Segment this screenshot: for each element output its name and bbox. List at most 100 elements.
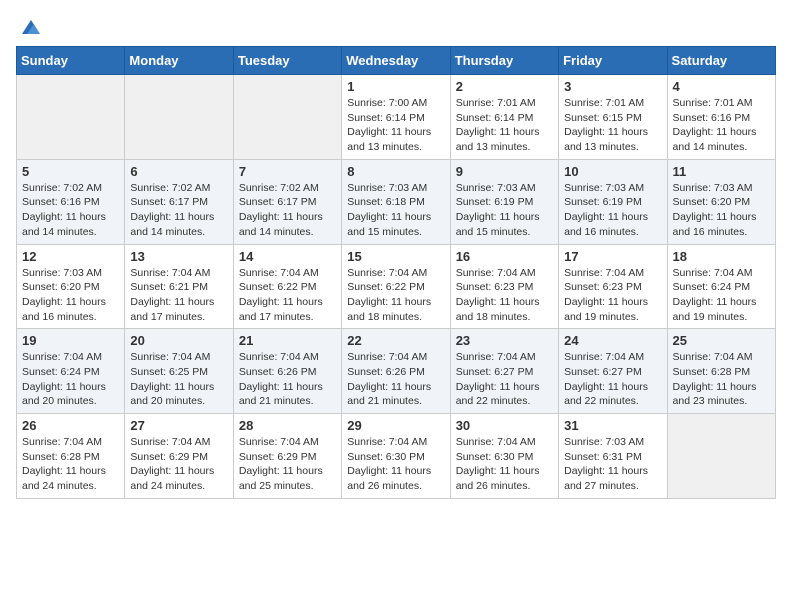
day-number: 13	[130, 249, 227, 264]
calendar-cell: 1 Sunrise: 7:00 AMSunset: 6:14 PMDaylight…	[342, 75, 450, 160]
calendar-cell: 16 Sunrise: 7:04 AMSunset: 6:23 PMDayligh…	[450, 244, 558, 329]
day-info: Sunrise: 7:03 AMSunset: 6:18 PMDaylight:…	[347, 181, 444, 240]
day-info: Sunrise: 7:04 AMSunset: 6:27 PMDaylight:…	[456, 350, 553, 409]
calendar-cell: 8Sunrise: 7:03 AMSunset: 6:18 PMDaylight…	[342, 159, 450, 244]
calendar-cell: 25 Sunrise: 7:04 AMSunset: 6:28 PMDayligh…	[667, 329, 775, 414]
col-header-saturday: Saturday	[667, 47, 775, 75]
calendar-cell: 12 Sunrise: 7:03 AMSunset: 6:20 PMDayligh…	[17, 244, 125, 329]
page-header	[16, 16, 776, 38]
day-number: 29	[347, 418, 444, 433]
day-number: 21	[239, 333, 336, 348]
day-number: 24	[564, 333, 661, 348]
calendar-cell: 10 Sunrise: 7:03 AMSunset: 6:19 PMDayligh…	[559, 159, 667, 244]
calendar-cell	[667, 414, 775, 499]
day-number: 1	[347, 79, 444, 94]
day-number: 15	[347, 249, 444, 264]
calendar-table: SundayMondayTuesdayWednesdayThursdayFrid…	[16, 46, 776, 499]
day-info: Sunrise: 7:04 AMSunset: 6:28 PMDaylight:…	[22, 435, 119, 494]
calendar-cell: 27 Sunrise: 7:04 AMSunset: 6:29 PMDayligh…	[125, 414, 233, 499]
day-number: 5	[22, 164, 119, 179]
day-info: Sunrise: 7:04 AMSunset: 6:30 PMDaylight:…	[347, 435, 444, 494]
day-number: 30	[456, 418, 553, 433]
day-number: 16	[456, 249, 553, 264]
day-number: 3	[564, 79, 661, 94]
day-info: Sunrise: 7:04 AMSunset: 6:26 PMDaylight:…	[347, 350, 444, 409]
day-number: 22	[347, 333, 444, 348]
day-info: Sunrise: 7:02 AMSunset: 6:17 PMDaylight:…	[239, 181, 336, 240]
calendar-cell	[17, 75, 125, 160]
calendar-cell: 23 Sunrise: 7:04 AMSunset: 6:27 PMDayligh…	[450, 329, 558, 414]
calendar-cell: 4Sunrise: 7:01 AMSunset: 6:16 PMDaylight…	[667, 75, 775, 160]
day-info: Sunrise: 7:03 AMSunset: 6:20 PMDaylight:…	[673, 181, 770, 240]
calendar-cell: 30 Sunrise: 7:04 AMSunset: 6:30 PMDayligh…	[450, 414, 558, 499]
day-number: 7	[239, 164, 336, 179]
calendar-week-row: 5 Sunrise: 7:02 AMSunset: 6:16 PMDaylight…	[17, 159, 776, 244]
calendar-cell: 2 Sunrise: 7:01 AMSunset: 6:14 PMDaylight…	[450, 75, 558, 160]
col-header-friday: Friday	[559, 47, 667, 75]
day-info: Sunrise: 7:04 AMSunset: 6:24 PMDaylight:…	[673, 266, 770, 325]
day-number: 10	[564, 164, 661, 179]
calendar-week-row: 1 Sunrise: 7:00 AMSunset: 6:14 PMDaylight…	[17, 75, 776, 160]
day-info: Sunrise: 7:04 AMSunset: 6:23 PMDaylight:…	[564, 266, 661, 325]
day-info: Sunrise: 7:00 AMSunset: 6:14 PMDaylight:…	[347, 96, 444, 155]
calendar-cell: 9 Sunrise: 7:03 AMSunset: 6:19 PMDaylight…	[450, 159, 558, 244]
calendar-week-row: 19Sunrise: 7:04 AMSunset: 6:24 PMDayligh…	[17, 329, 776, 414]
day-number: 17	[564, 249, 661, 264]
calendar-week-row: 12 Sunrise: 7:03 AMSunset: 6:20 PMDayligh…	[17, 244, 776, 329]
calendar-cell: 15Sunrise: 7:04 AMSunset: 6:22 PMDayligh…	[342, 244, 450, 329]
day-info: Sunrise: 7:04 AMSunset: 6:28 PMDaylight:…	[673, 350, 770, 409]
day-info: Sunrise: 7:03 AMSunset: 6:19 PMDaylight:…	[456, 181, 553, 240]
calendar-cell: 21 Sunrise: 7:04 AMSunset: 6:26 PMDayligh…	[233, 329, 341, 414]
day-info: Sunrise: 7:01 AMSunset: 6:15 PMDaylight:…	[564, 96, 661, 155]
day-number: 14	[239, 249, 336, 264]
day-number: 23	[456, 333, 553, 348]
day-info: Sunrise: 7:04 AMSunset: 6:30 PMDaylight:…	[456, 435, 553, 494]
col-header-tuesday: Tuesday	[233, 47, 341, 75]
calendar-cell: 18Sunrise: 7:04 AMSunset: 6:24 PMDayligh…	[667, 244, 775, 329]
day-number: 27	[130, 418, 227, 433]
calendar-cell: 7 Sunrise: 7:02 AMSunset: 6:17 PMDaylight…	[233, 159, 341, 244]
day-number: 25	[673, 333, 770, 348]
calendar-cell: 6 Sunrise: 7:02 AMSunset: 6:17 PMDaylight…	[125, 159, 233, 244]
calendar-cell: 24 Sunrise: 7:04 AMSunset: 6:27 PMDayligh…	[559, 329, 667, 414]
col-header-sunday: Sunday	[17, 47, 125, 75]
day-info: Sunrise: 7:04 AMSunset: 6:29 PMDaylight:…	[130, 435, 227, 494]
day-info: Sunrise: 7:04 AMSunset: 6:21 PMDaylight:…	[130, 266, 227, 325]
day-number: 11	[673, 164, 770, 179]
day-info: Sunrise: 7:04 AMSunset: 6:23 PMDaylight:…	[456, 266, 553, 325]
calendar-cell: 31 Sunrise: 7:03 AMSunset: 6:31 PMDayligh…	[559, 414, 667, 499]
logo-icon	[20, 16, 42, 38]
day-info: Sunrise: 7:01 AMSunset: 6:14 PMDaylight:…	[456, 96, 553, 155]
day-number: 9	[456, 164, 553, 179]
day-info: Sunrise: 7:04 AMSunset: 6:22 PMDaylight:…	[239, 266, 336, 325]
col-header-monday: Monday	[125, 47, 233, 75]
col-header-thursday: Thursday	[450, 47, 558, 75]
day-number: 4	[673, 79, 770, 94]
day-info: Sunrise: 7:03 AMSunset: 6:20 PMDaylight:…	[22, 266, 119, 325]
day-info: Sunrise: 7:03 AMSunset: 6:19 PMDaylight:…	[564, 181, 661, 240]
day-number: 28	[239, 418, 336, 433]
day-info: Sunrise: 7:02 AMSunset: 6:16 PMDaylight:…	[22, 181, 119, 240]
col-header-wednesday: Wednesday	[342, 47, 450, 75]
calendar-cell: 29 Sunrise: 7:04 AMSunset: 6:30 PMDayligh…	[342, 414, 450, 499]
calendar-cell: 11 Sunrise: 7:03 AMSunset: 6:20 PMDayligh…	[667, 159, 775, 244]
calendar-cell: 17 Sunrise: 7:04 AMSunset: 6:23 PMDayligh…	[559, 244, 667, 329]
day-number: 6	[130, 164, 227, 179]
calendar-cell: 13 Sunrise: 7:04 AMSunset: 6:21 PMDayligh…	[125, 244, 233, 329]
calendar-cell: 19Sunrise: 7:04 AMSunset: 6:24 PMDayligh…	[17, 329, 125, 414]
calendar-cell: 28 Sunrise: 7:04 AMSunset: 6:29 PMDayligh…	[233, 414, 341, 499]
logo	[16, 16, 44, 38]
day-info: Sunrise: 7:04 AMSunset: 6:26 PMDaylight:…	[239, 350, 336, 409]
calendar-cell: 22 Sunrise: 7:04 AMSunset: 6:26 PMDayligh…	[342, 329, 450, 414]
day-number: 12	[22, 249, 119, 264]
calendar-cell: 3 Sunrise: 7:01 AMSunset: 6:15 PMDaylight…	[559, 75, 667, 160]
day-number: 2	[456, 79, 553, 94]
day-info: Sunrise: 7:02 AMSunset: 6:17 PMDaylight:…	[130, 181, 227, 240]
day-info: Sunrise: 7:03 AMSunset: 6:31 PMDaylight:…	[564, 435, 661, 494]
day-info: Sunrise: 7:04 AMSunset: 6:29 PMDaylight:…	[239, 435, 336, 494]
day-info: Sunrise: 7:04 AMSunset: 6:25 PMDaylight:…	[130, 350, 227, 409]
day-number: 26	[22, 418, 119, 433]
calendar-week-row: 26 Sunrise: 7:04 AMSunset: 6:28 PMDayligh…	[17, 414, 776, 499]
day-number: 31	[564, 418, 661, 433]
day-info: Sunrise: 7:04 AMSunset: 6:27 PMDaylight:…	[564, 350, 661, 409]
